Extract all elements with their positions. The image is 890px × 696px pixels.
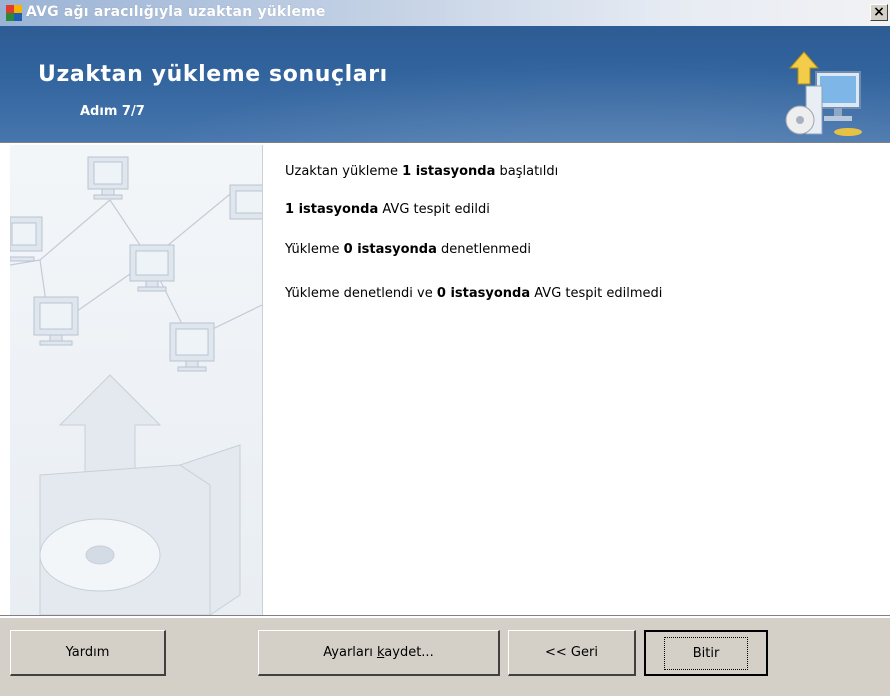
save-settings-button[interactable]: Ayarları kaydet... (258, 630, 500, 676)
result-line: Yükleme 0 istasyonda denetlenmedi (285, 242, 531, 257)
result-line: Uzaktan yükleme 1 istasyonda başlatıldı (285, 164, 559, 179)
window-title: AVG ağı aracılığıyla uzaktan yükleme (26, 4, 326, 20)
back-button[interactable]: << Geri (508, 630, 636, 676)
install-computer-icon (785, 51, 862, 136)
close-icon: × (873, 4, 885, 20)
step-indicator: Adım 7/7 (80, 104, 145, 119)
result-line: Yükleme denetlendi ve 0 istasyonda AVG t… (285, 286, 663, 301)
close-button[interactable]: × (870, 4, 888, 21)
result-line: 1 istasyonda AVG tespit edildi (285, 202, 490, 217)
avg-logo-icon (6, 5, 22, 21)
installer-window: AVG ağı aracılığıyla uzaktan yükleme × U… (0, 0, 890, 696)
finish-button[interactable]: Bitir (644, 630, 768, 676)
header-banner: Uzaktan yükleme sonuçları Adım 7/7 (0, 26, 890, 142)
network-computers-icon (9, 156, 265, 616)
page-title: Uzaktan yükleme sonuçları (38, 62, 388, 87)
network-illustration (9, 145, 265, 616)
help-button[interactable]: Yardım (10, 630, 166, 676)
title-bar[interactable]: AVG ağı aracılığıyla uzaktan yükleme × (0, 0, 890, 26)
